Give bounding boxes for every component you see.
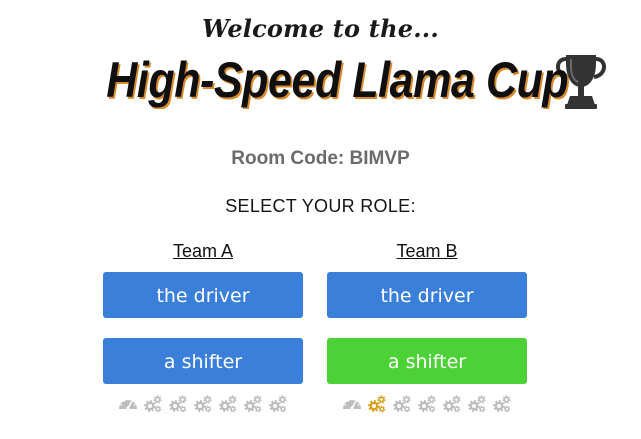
gears-icon: [144, 395, 162, 413]
role-prompt: SELECT YOUR ROLE:: [225, 196, 416, 216]
title-row: High-Speed Llama Cup: [0, 48, 641, 118]
speedometer-icon: [343, 398, 361, 410]
gears-icon: [244, 395, 262, 413]
team-b-driver-button[interactable]: the driver: [327, 272, 527, 318]
team-a-name[interactable]: Team A: [103, 239, 303, 263]
team-a-shifter-button[interactable]: a shifter: [103, 338, 303, 384]
team-b-shifter-button[interactable]: a shifter: [327, 338, 527, 384]
page-title: High-Speed Llama Cup: [105, 52, 568, 108]
gears-icon: [219, 395, 237, 413]
gears-icon: [468, 395, 486, 413]
room-code-value: BIMVP: [349, 148, 410, 169]
team-b-slots: [327, 394, 527, 418]
speedometer-icon: [119, 398, 137, 410]
gears-icon: [194, 395, 212, 413]
team-b-name[interactable]: Team B: [327, 239, 527, 263]
gears-icon: [443, 395, 461, 413]
gears-icon: [493, 395, 511, 413]
team-a-column: Team A the driver a shifter: [103, 239, 303, 418]
room-code-label: Room Code:: [231, 148, 345, 169]
gears-icon: [269, 395, 287, 413]
gears-icon: [368, 395, 386, 413]
team-a-driver-button[interactable]: the driver: [103, 272, 303, 318]
room-code: Room Code: BIMVP: [0, 148, 641, 170]
gears-icon: [418, 395, 436, 413]
welcome-text: Welcome to the...: [202, 14, 439, 43]
gears-icon: [393, 395, 411, 413]
gears-icon: [169, 395, 187, 413]
team-a-slots: [103, 394, 303, 418]
team-b-column: Team B the driver a shifter: [327, 239, 527, 418]
